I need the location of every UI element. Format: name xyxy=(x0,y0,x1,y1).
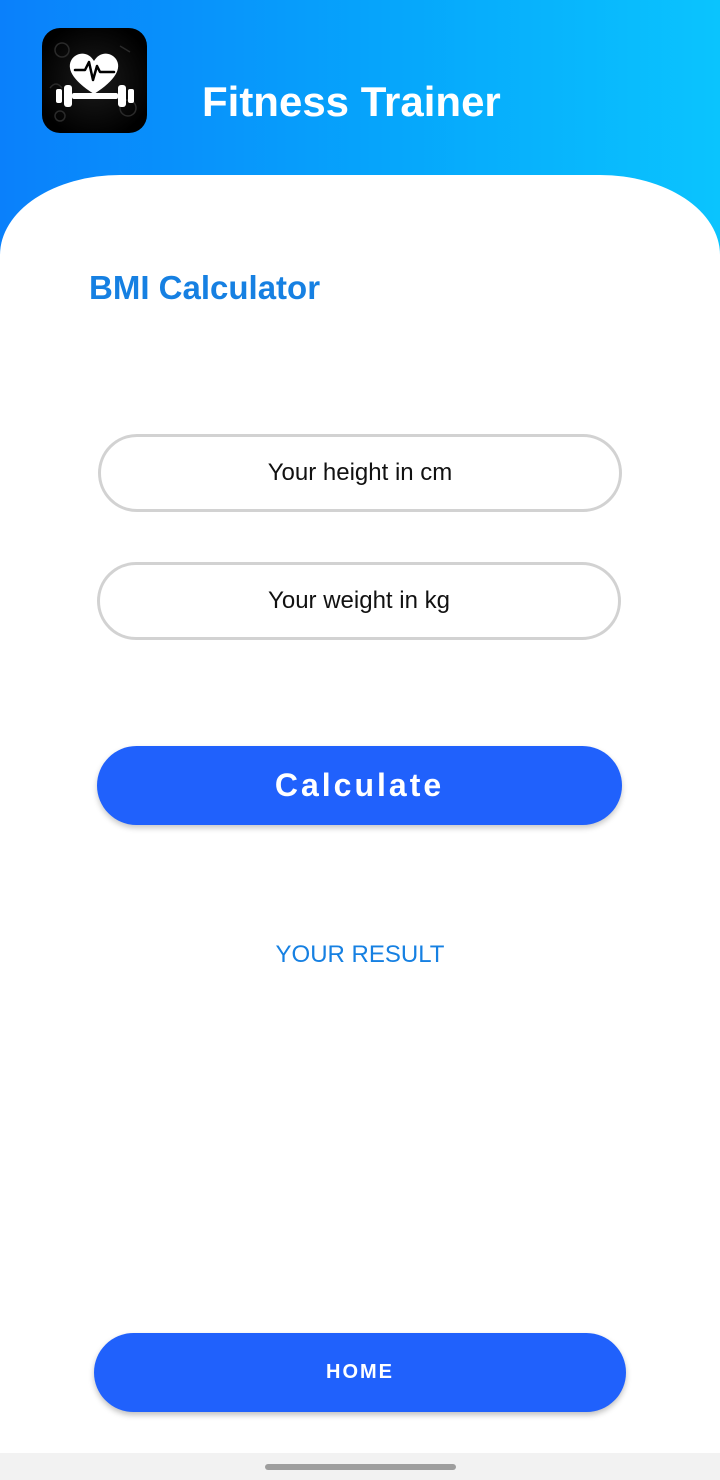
bmi-calculator-screen: Fitness Trainer BMI Calculator Calculate… xyxy=(0,0,720,1480)
calculate-button[interactable]: Calculate xyxy=(97,746,622,825)
result-label: YOUR RESULT xyxy=(275,941,445,968)
heart-dumbbell-icon xyxy=(42,28,147,133)
content-card xyxy=(0,175,720,1480)
height-input[interactable] xyxy=(98,434,622,512)
gesture-handle[interactable] xyxy=(265,1464,456,1470)
app-title: Fitness Trainer xyxy=(202,78,501,125)
weight-input[interactable] xyxy=(97,562,621,640)
page-title: BMI Calculator xyxy=(89,269,321,306)
home-button[interactable]: HOME xyxy=(94,1333,626,1412)
navigation-bar xyxy=(0,1453,720,1480)
